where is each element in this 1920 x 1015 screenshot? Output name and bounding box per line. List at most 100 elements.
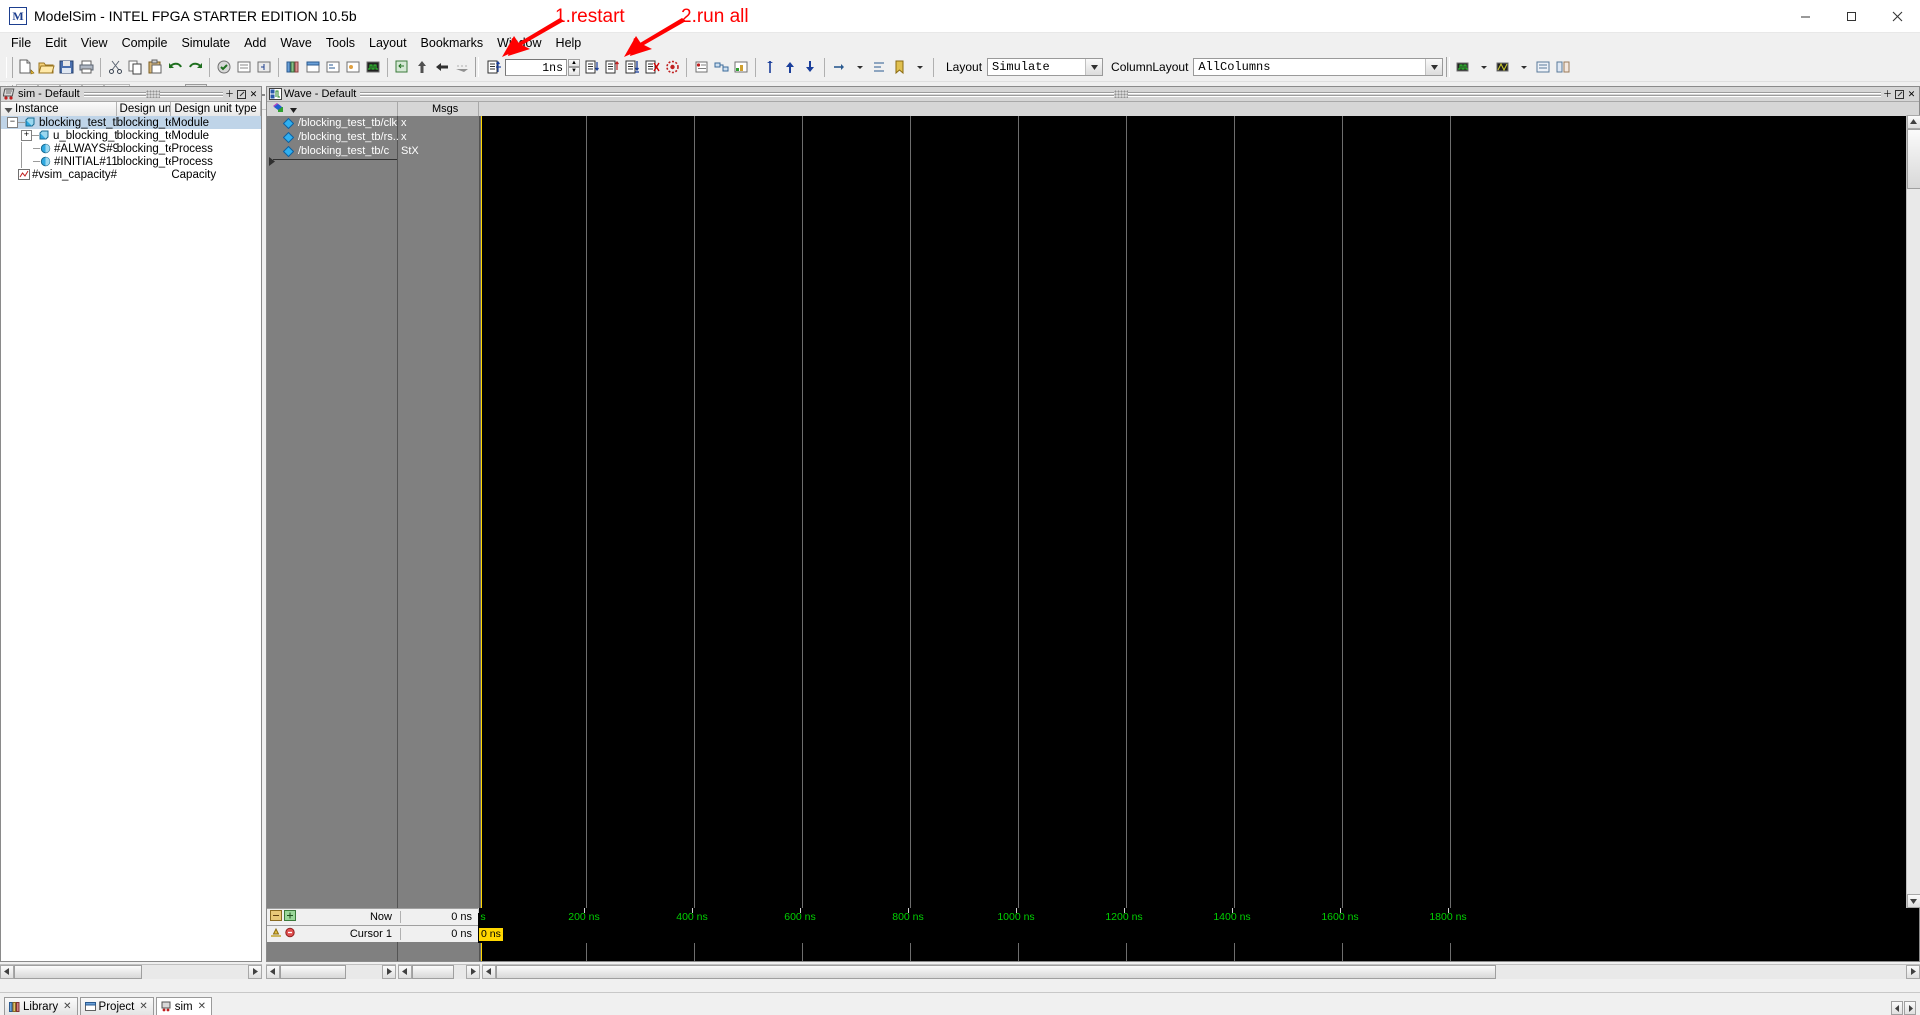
scroll-thumb[interactable] <box>280 964 346 979</box>
goto-icon[interactable] <box>829 56 849 78</box>
menu-view[interactable]: View <box>74 34 115 53</box>
scroll-thumb[interactable] <box>412 964 454 979</box>
menu-simulate[interactable]: Simulate <box>174 34 237 53</box>
menu-bookmarks[interactable]: Bookmarks <box>414 34 491 53</box>
wave-signal-row[interactable]: /blocking_test_tb/clk <box>267 116 397 130</box>
add-cursor-icon[interactable] <box>270 927 282 941</box>
step-back-icon[interactable] <box>432 56 452 78</box>
library-window-icon[interactable] <box>283 56 303 78</box>
titlebar-gripdots[interactable] <box>1113 90 1128 98</box>
wave-signal-row[interactable]: /blocking_test_tb/rs... <box>267 130 402 144</box>
wave-names-hscrollbar[interactable] <box>266 964 396 979</box>
cut-icon[interactable] <box>105 56 125 78</box>
wave-objects-selector[interactable] <box>267 102 397 117</box>
panel-close-icon[interactable]: ✕ <box>248 89 259 100</box>
table-row[interactable]: #vsim_capacity# Capacity <box>1 168 261 181</box>
columnlayout-combo[interactable]: AllColumns <box>1193 58 1444 76</box>
close-button[interactable] <box>1874 0 1920 32</box>
save-icon[interactable] <box>56 56 76 78</box>
spinner-down[interactable]: ▼ <box>568 67 580 76</box>
cursor-marker-handle[interactable] <box>269 155 276 169</box>
column-header-design-unit[interactable]: Design unit <box>116 102 172 117</box>
tab-sim[interactable]: sim ✕ <box>155 997 213 1015</box>
sim-panel-hscrollbar[interactable] <box>0 964 262 979</box>
scroll-track[interactable] <box>280 964 382 979</box>
panel-close-icon[interactable]: ✕ <box>1906 89 1917 100</box>
tab-library[interactable]: Library ✕ <box>4 997 78 1015</box>
restart-button[interactable] <box>484 56 504 78</box>
wave-objects-dropdown-icon[interactable] <box>290 102 297 116</box>
wave-window-icon[interactable] <box>363 56 383 78</box>
tab-project[interactable]: Project ✕ <box>79 997 154 1015</box>
coverage-icon[interactable] <box>731 56 751 78</box>
breakpoint-list-icon[interactable] <box>691 56 711 78</box>
compile-icon[interactable] <box>214 56 234 78</box>
spinner-up[interactable]: ▲ <box>568 58 580 67</box>
tab-close-icon[interactable]: ✕ <box>198 1001 206 1012</box>
wave-zoom-icon[interactable] <box>1453 56 1473 78</box>
table-row[interactable]: − blocking_test_tb blocking_te... Module <box>1 116 261 129</box>
compile-all-icon[interactable] <box>234 56 254 78</box>
chevron-down-icon[interactable] <box>1085 59 1103 75</box>
scroll-right-icon[interactable] <box>1906 964 1920 979</box>
scroll-track[interactable] <box>496 964 1906 979</box>
column-header-instance[interactable]: Instance <box>1 102 117 117</box>
scroll-track[interactable] <box>1906 129 1920 894</box>
scroll-left-icon[interactable] <box>482 964 496 979</box>
expand-up-icon[interactable] <box>780 56 800 78</box>
new-file-icon[interactable] <box>16 56 36 78</box>
delete-cursor-icon[interactable] <box>284 927 296 941</box>
break-button[interactable] <box>642 56 662 78</box>
menu-wave[interactable]: Wave <box>273 34 319 53</box>
tab-close-icon[interactable]: ✕ <box>63 1001 71 1012</box>
scroll-right-icon[interactable] <box>382 964 396 979</box>
tab-scroll-left-icon[interactable] <box>1891 1001 1903 1015</box>
wave-format-icon[interactable] <box>1493 56 1513 78</box>
wave-cursor-band[interactable]: 0 ns <box>478 926 1919 943</box>
undo-icon[interactable] <box>165 56 185 78</box>
structure-window-icon[interactable] <box>323 56 343 78</box>
table-row[interactable]: + u_blocking_tes... blocking_test Module <box>1 129 261 142</box>
waveform-canvas[interactable] <box>480 116 1919 961</box>
menu-edit[interactable]: Edit <box>38 34 74 53</box>
paste-icon[interactable] <box>145 56 165 78</box>
scroll-left-icon[interactable] <box>398 964 412 979</box>
redo-icon[interactable] <box>185 56 205 78</box>
panel-dock-icon[interactable]: ＋ <box>1882 89 1893 100</box>
run-all-button[interactable] <box>622 56 642 78</box>
tab-scroll-right-icon[interactable] <box>1904 1001 1916 1015</box>
panel-undock-icon[interactable] <box>1894 89 1905 100</box>
step-over-icon[interactable] <box>452 56 472 78</box>
insert-cursor-icon[interactable] <box>760 56 780 78</box>
run-button[interactable] <box>582 56 602 78</box>
bookmark-dropdown-icon[interactable] <box>909 56 929 78</box>
continue-run-button[interactable] <box>602 56 622 78</box>
scroll-right-icon[interactable] <box>466 964 480 979</box>
layout-combo[interactable]: Simulate <box>987 58 1104 76</box>
menu-compile[interactable]: Compile <box>115 34 175 53</box>
scroll-thumb[interactable] <box>496 964 1496 979</box>
wave-time-ruler[interactable]: s 200 ns 400 ns 600 ns 800 ns 1000 ns 12… <box>478 908 1919 926</box>
table-row[interactable]: #ALWAYS#9 blocking_te... Process <box>1 142 261 155</box>
print-icon[interactable] <box>76 56 96 78</box>
scroll-up-icon[interactable] <box>1906 115 1920 129</box>
copy-icon[interactable] <box>125 56 145 78</box>
project-window-icon[interactable] <box>303 56 323 78</box>
minimize-button[interactable] <box>1782 0 1828 32</box>
table-row[interactable]: #INITIAL#11 blocking_te... Process <box>1 155 261 168</box>
scroll-track[interactable] <box>14 964 248 979</box>
run-length-field[interactable]: 1ns <box>505 58 567 76</box>
maximize-button[interactable] <box>1828 0 1874 32</box>
scroll-left-icon[interactable] <box>266 964 280 979</box>
tree-expander-collapse[interactable]: − <box>7 117 18 128</box>
scroll-thumb[interactable] <box>1906 129 1920 189</box>
menu-file[interactable]: File <box>4 34 38 53</box>
wave-cursor-line[interactable] <box>481 116 482 961</box>
wave-zoom-fit-icon[interactable] <box>284 910 296 924</box>
chevron-down-icon[interactable] <box>1425 59 1443 75</box>
wave-canvas-hscrollbar[interactable] <box>482 964 1920 979</box>
wave-values-hscrollbar[interactable] <box>398 964 480 979</box>
tab-close-icon[interactable]: ✕ <box>139 1001 147 1012</box>
stop-button[interactable] <box>662 56 682 78</box>
goto-dropdown-icon[interactable] <box>849 56 869 78</box>
